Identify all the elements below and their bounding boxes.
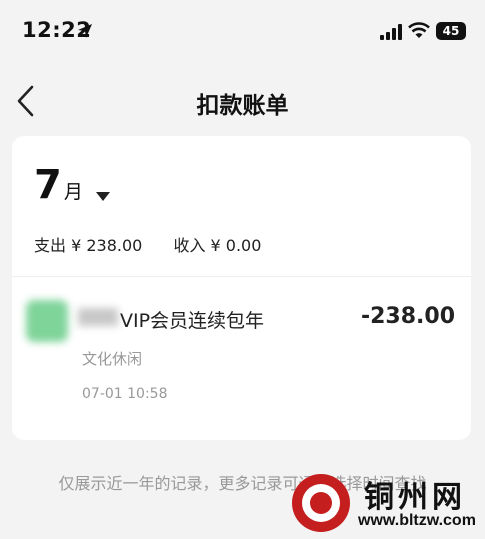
- watermark-name: 铜州网: [364, 480, 466, 515]
- income-total: 收入 ¥ 0.00: [173, 236, 262, 255]
- transaction-time: 07-01 10:58: [82, 386, 168, 402]
- month-unit: 月: [63, 181, 83, 203]
- transaction-category: 文化休闲: [82, 350, 143, 368]
- cellular-signal-icon: [380, 24, 402, 40]
- seal-icon: [292, 474, 350, 532]
- battery-indicator: 45: [436, 22, 466, 40]
- month-summary: 支出 ¥ 238.00 收入 ¥ 0.00: [34, 232, 287, 256]
- watermark-url: www.bltzw.com: [358, 512, 476, 529]
- month-selector[interactable]: 7月: [34, 162, 110, 208]
- caret-down-icon[interactable]: [96, 192, 110, 201]
- bill-card: 7月 支出 ¥ 238.00 收入 ¥ 0.00 VIP会员连续包年 -238.…: [12, 136, 471, 440]
- blurred-merchant-name: [78, 308, 118, 326]
- nav-bar: 扣款账单: [0, 72, 485, 128]
- transaction-row[interactable]: VIP会员连续包年 -238.00 文化休闲 07-01 10:58: [12, 286, 471, 426]
- transaction-title: VIP会员连续包年: [120, 310, 265, 332]
- watermark-logo: 铜州网 www.bltzw.com: [292, 470, 482, 536]
- location-arrow-icon: [78, 24, 92, 38]
- transaction-amount: -238.00: [360, 304, 455, 329]
- month-number: 7: [34, 162, 62, 208]
- status-bar: 12:22 45: [0, 0, 485, 64]
- divider: [12, 276, 471, 277]
- expense-total: 支出 ¥ 238.00: [34, 236, 143, 255]
- wifi-icon: [408, 22, 430, 38]
- merchant-avatar: [26, 300, 68, 342]
- page-title: 扣款账单: [196, 93, 289, 119]
